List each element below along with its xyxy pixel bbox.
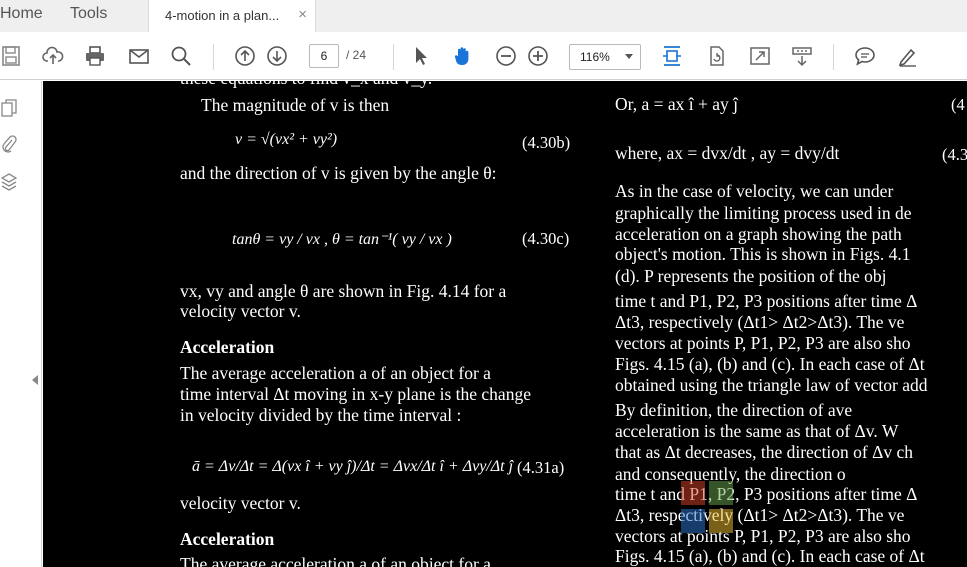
menu-tools[interactable]: Tools [70, 5, 107, 23]
paragraph-line: that as Δt decreases, the direction of Δ… [615, 442, 914, 462]
collapse-pane-icon[interactable] [32, 375, 38, 385]
paragraph-line: object's motion. This is shown in Figs. … [615, 244, 911, 264]
equation-number: (4 [951, 95, 965, 114]
email-icon[interactable] [127, 44, 151, 68]
watermark-logo-icon [681, 481, 733, 533]
zoom-value: 116% [580, 50, 610, 64]
equation-number: (4.31a) [517, 458, 565, 477]
page-up-icon[interactable] [233, 44, 257, 68]
paragraph-line: (d). P represents the position of the ob… [615, 266, 887, 286]
paragraph-line: in velocity divided by the time interval… [180, 405, 462, 425]
equation-number: (4.30b) [522, 133, 571, 152]
page-total: / 24 [346, 48, 367, 62]
zoom-select[interactable]: 116% [569, 44, 641, 70]
paragraph-line: The average acceleration a of an object … [180, 363, 491, 383]
document-page: these equations to find v_x and v_y. The… [43, 81, 967, 567]
navigation-pane [0, 81, 42, 567]
paragraph-line: graphically the limiting process used in… [615, 203, 912, 223]
paragraph-line: velocity vector v. [180, 493, 301, 513]
paragraph-line: Figs. 4.15 (a), (b) and (c). In each cas… [615, 354, 925, 374]
page-number-input[interactable]: 6 [309, 44, 339, 68]
menu-home[interactable]: Home [0, 5, 43, 23]
equation-line: where, ax = dvx/dt , ay = dvy/dt [615, 143, 840, 163]
select-cursor-icon[interactable] [409, 44, 433, 68]
equation-line: Or, a = ax î + ay ĵ [615, 94, 739, 114]
paragraph-line: obtained using the triangle law of vecto… [615, 375, 928, 395]
chevron-down-icon [625, 54, 633, 59]
comment-icon[interactable] [853, 44, 877, 68]
rotate-page-icon[interactable] [705, 44, 729, 68]
paragraph-line: The average acceleration a of an object … [180, 554, 491, 567]
paragraph-line: and the direction of v is given by the a… [180, 163, 497, 183]
read-mode-icon[interactable] [790, 44, 814, 68]
equation-4-30c: tanθ = vy / vx , θ = tan⁻¹( vy / vx ) [232, 231, 452, 248]
close-tab-icon[interactable]: × [298, 6, 307, 23]
page-down-icon[interactable] [265, 44, 289, 68]
zoom-out-icon[interactable] [494, 44, 518, 68]
equation-4-31a: ā = Δv/Δt = Δ(vx î + vy ĵ)/Δt = Δvx/Δt î… [192, 458, 514, 475]
paragraph-line: time t and P1, P2, P3 positions after ti… [615, 291, 918, 311]
search-icon[interactable] [169, 44, 193, 68]
paragraph-line: acceleration on a graph showing the path [615, 224, 902, 244]
paragraph-line: vx, vy and angle θ are shown in Fig. 4.1… [180, 281, 507, 301]
paragraph-line: time interval Δt moving in x-y plane is … [180, 384, 531, 404]
toolbar: 6 / 24 116% [0, 32, 967, 80]
menu-bar: Home Tools 4-motion in a plan... × [0, 0, 967, 32]
print-icon[interactable] [83, 44, 107, 68]
tab-strip-rest [316, 0, 967, 32]
paragraph-line: vectors at points P, P1, P2, P3 are also… [615, 333, 911, 353]
attachment-icon[interactable] [0, 133, 18, 155]
toolbar-separator [213, 44, 214, 70]
paragraph-line: velocity vector v. [180, 301, 301, 321]
pages-icon[interactable] [0, 97, 18, 119]
document-tab[interactable]: 4-motion in a plan... × [148, 0, 316, 32]
full-screen-icon[interactable] [748, 44, 772, 68]
zoom-in-icon[interactable] [526, 44, 550, 68]
paragraph-line: Δt3, respectively (Δt1> Δt2>Δt3). The ve [615, 312, 905, 332]
paragraph-line: acceleration is the same as that of Δv. … [615, 421, 899, 441]
equation-number: (4.3 [942, 145, 967, 164]
fit-width-icon[interactable] [660, 44, 684, 68]
section-heading: Acceleration [180, 337, 275, 357]
toolbar-separator [393, 44, 394, 70]
save-icon[interactable] [0, 44, 24, 68]
paragraph-line: By definition, the direction of ave [615, 400, 853, 420]
clipped-text-line: these equations to find v_x and v_y. [180, 81, 432, 89]
sign-icon[interactable] [896, 44, 920, 68]
equation-4-30b: v = √(vx² + vy²) [235, 131, 338, 148]
paragraph-line: The magnitude of v is then [201, 95, 390, 115]
hand-tool-icon[interactable] [451, 44, 475, 68]
tab-title: 4-motion in a plan... [165, 8, 280, 23]
paragraph-line: As in the case of velocity, we can under [615, 181, 894, 201]
layers-icon[interactable] [0, 171, 18, 193]
section-heading: Acceleration [180, 529, 275, 549]
toolbar-separator [833, 44, 834, 70]
equation-number: (4.30c) [522, 229, 570, 248]
cloud-upload-icon[interactable] [41, 44, 65, 68]
